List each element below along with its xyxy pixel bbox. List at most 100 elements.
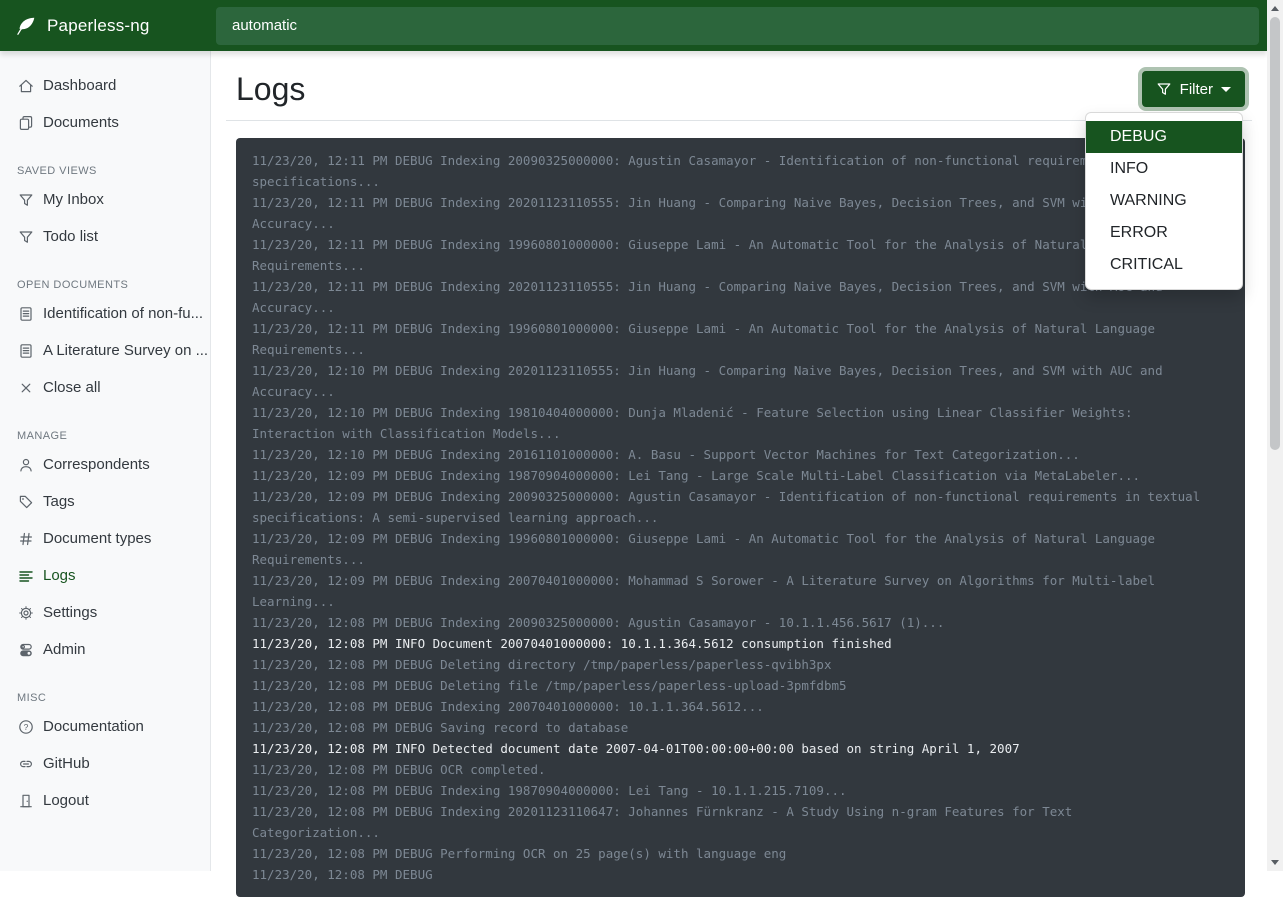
sidebar-heading-saved-views: SAVED VIEWS	[0, 161, 210, 181]
tag-icon	[18, 494, 34, 510]
filter-option-debug[interactable]: DEBUG	[1086, 121, 1242, 153]
sidebar-heading-misc: MISC	[0, 688, 210, 708]
sidebar-item-settings[interactable]: Settings	[0, 594, 210, 631]
log-line: 11/23/20, 12:11 PM DEBUG Indexing 199608…	[252, 234, 1229, 255]
sidebar: Dashboard Documents SAVED VIEWS My Inbox Tod…	[0, 51, 211, 871]
filter-dropdown-menu: DEBUGINFOWARNINGERRORCRITICAL	[1085, 112, 1243, 290]
sidebar-heading-manage: MANAGE	[0, 426, 210, 446]
sidebar-item-label: Dashboard	[43, 77, 116, 94]
search-input[interactable]	[216, 7, 1259, 45]
sidebar-item-label: Logs	[43, 567, 76, 584]
sidebar-item-label: Document types	[43, 530, 151, 547]
chevron-down-icon	[1221, 87, 1231, 92]
link-icon	[18, 756, 34, 772]
sidebar-item-logout[interactable]: Logout	[0, 782, 210, 819]
scrollbar-up-arrow-icon[interactable]	[1271, 6, 1279, 11]
log-line: 11/23/20, 12:08 PM DEBUG Performing OCR …	[252, 843, 1229, 864]
documents-icon	[18, 115, 34, 131]
sidebar-item-label: GitHub	[43, 755, 90, 772]
log-line: Accuracy...	[252, 213, 1229, 234]
toggles-icon	[18, 642, 34, 658]
page-title: Logs	[236, 69, 305, 109]
log-line: 11/23/20, 12:08 PM INFO Detected documen…	[252, 738, 1229, 759]
svg-text:?: ?	[24, 722, 29, 732]
sidebar-item-identification-of-non-fu[interactable]: Identification of non-fu...	[0, 295, 210, 332]
house-icon	[18, 78, 34, 94]
close-icon	[18, 380, 34, 396]
sidebar-item-dashboard[interactable]: Dashboard	[0, 67, 210, 104]
log-line: 11/23/20, 12:11 PM DEBUG Indexing 202011…	[252, 276, 1229, 297]
funnel-icon	[18, 229, 34, 245]
page-scrollbar[interactable]	[1267, 0, 1283, 871]
person-icon	[18, 457, 34, 473]
file-text-icon	[18, 343, 34, 359]
filter-option-critical[interactable]: CRITICAL	[1086, 249, 1242, 281]
sidebar-item-label: Todo list	[43, 228, 98, 245]
log-line: 11/23/20, 12:09 PM DEBUG Indexing 200704…	[252, 570, 1229, 591]
log-line: 11/23/20, 12:10 PM DEBUG Indexing 202011…	[252, 360, 1229, 381]
sidebar-item-label: My Inbox	[43, 191, 104, 208]
sidebar-item-my-inbox[interactable]: My Inbox	[0, 181, 210, 218]
sidebar-item-label: Tags	[43, 493, 75, 510]
sidebar-item-document-types[interactable]: Document types	[0, 520, 210, 557]
log-line: specifications: A semi-supervised learni…	[252, 507, 1229, 528]
sidebar-item-label: Identification of non-fu...	[43, 305, 203, 322]
log-line: 11/23/20, 12:11 PM DEBUG Indexing 202011…	[252, 192, 1229, 213]
log-line: 11/23/20, 12:09 PM DEBUG Indexing 200903…	[252, 486, 1229, 507]
log-line: Interaction with Classification Models..…	[252, 423, 1229, 444]
sidebar-item-label: Correspondents	[43, 456, 150, 473]
sidebar-heading-open-documents: OPEN DOCUMENTS	[0, 275, 210, 295]
log-line: 11/23/20, 12:08 PM DEBUG Indexing 198709…	[252, 780, 1229, 801]
funnel-icon	[18, 192, 34, 208]
sidebar-item-correspondents[interactable]: Correspondents	[0, 446, 210, 483]
filter-option-info[interactable]: INFO	[1086, 153, 1242, 185]
app-title: Paperless-ng	[47, 16, 150, 36]
log-line: Accuracy...	[252, 381, 1229, 402]
sidebar-item-label: Close all	[43, 379, 101, 396]
log-line: 11/23/20, 12:11 PM DEBUG Indexing 199608…	[252, 318, 1229, 339]
sidebar-item-label: Settings	[43, 604, 97, 621]
log-line: 11/23/20, 12:08 PM DEBUG Indexing 200704…	[252, 696, 1229, 717]
scrollbar-thumb[interactable]	[1270, 17, 1280, 450]
file-text-icon	[18, 306, 34, 322]
hash-icon	[18, 531, 34, 547]
log-line: Requirements...	[252, 549, 1229, 570]
log-line: Categorization...	[252, 822, 1229, 843]
gear-icon	[18, 605, 34, 621]
log-line: 11/23/20, 12:09 PM DEBUG Indexing 199608…	[252, 528, 1229, 549]
scrollbar-down-arrow-icon[interactable]	[1271, 860, 1279, 865]
sidebar-item-label: Documents	[43, 114, 119, 131]
log-line: 11/23/20, 12:11 PM DEBUG Indexing 200903…	[252, 150, 1229, 171]
app-brand[interactable]: Paperless-ng	[0, 15, 216, 37]
sidebar-item-a-literature-survey-on[interactable]: A Literature Survey on ...	[0, 332, 210, 369]
log-line: Accuracy...	[252, 297, 1229, 318]
log-line: specifications...	[252, 171, 1229, 192]
sidebar-item-documents[interactable]: Documents	[0, 104, 210, 141]
sidebar-item-label: Documentation	[43, 718, 144, 735]
sidebar-item-close-all[interactable]: Close all	[0, 369, 210, 406]
top-navbar: Paperless-ng	[0, 0, 1267, 51]
list-icon	[18, 568, 34, 584]
funnel-icon	[1156, 81, 1172, 97]
log-line: 11/23/20, 12:10 PM DEBUG Indexing 198104…	[252, 402, 1229, 423]
log-line: 11/23/20, 12:10 PM DEBUG Indexing 201611…	[252, 444, 1229, 465]
leaf-logo-icon	[15, 15, 37, 37]
sidebar-item-todo-list[interactable]: Todo list	[0, 218, 210, 255]
sidebar-item-documentation[interactable]: ? Documentation	[0, 708, 210, 745]
sidebar-item-label: A Literature Survey on ...	[43, 342, 208, 359]
filter-option-error[interactable]: ERROR	[1086, 217, 1242, 249]
filter-button-label: Filter	[1180, 81, 1213, 98]
log-line: 11/23/20, 12:08 PM DEBUG Deleting direct…	[252, 654, 1229, 675]
sidebar-item-logs[interactable]: Logs	[0, 557, 210, 594]
sidebar-item-tags[interactable]: Tags	[0, 483, 210, 520]
log-line: 11/23/20, 12:08 PM DEBUG Indexing 200903…	[252, 612, 1229, 633]
door-icon	[18, 793, 34, 809]
filter-option-warning[interactable]: WARNING	[1086, 185, 1242, 217]
question-circle-icon: ?	[18, 719, 34, 735]
log-line: 11/23/20, 12:08 PM DEBUG Deleting file /…	[252, 675, 1229, 696]
log-line: 11/23/20, 12:08 PM DEBUG Saving record t…	[252, 717, 1229, 738]
sidebar-item-github[interactable]: GitHub	[0, 745, 210, 782]
filter-button[interactable]: Filter	[1142, 71, 1245, 107]
log-line: 11/23/20, 12:09 PM DEBUG Indexing 198709…	[252, 465, 1229, 486]
sidebar-item-admin[interactable]: Admin	[0, 631, 210, 668]
